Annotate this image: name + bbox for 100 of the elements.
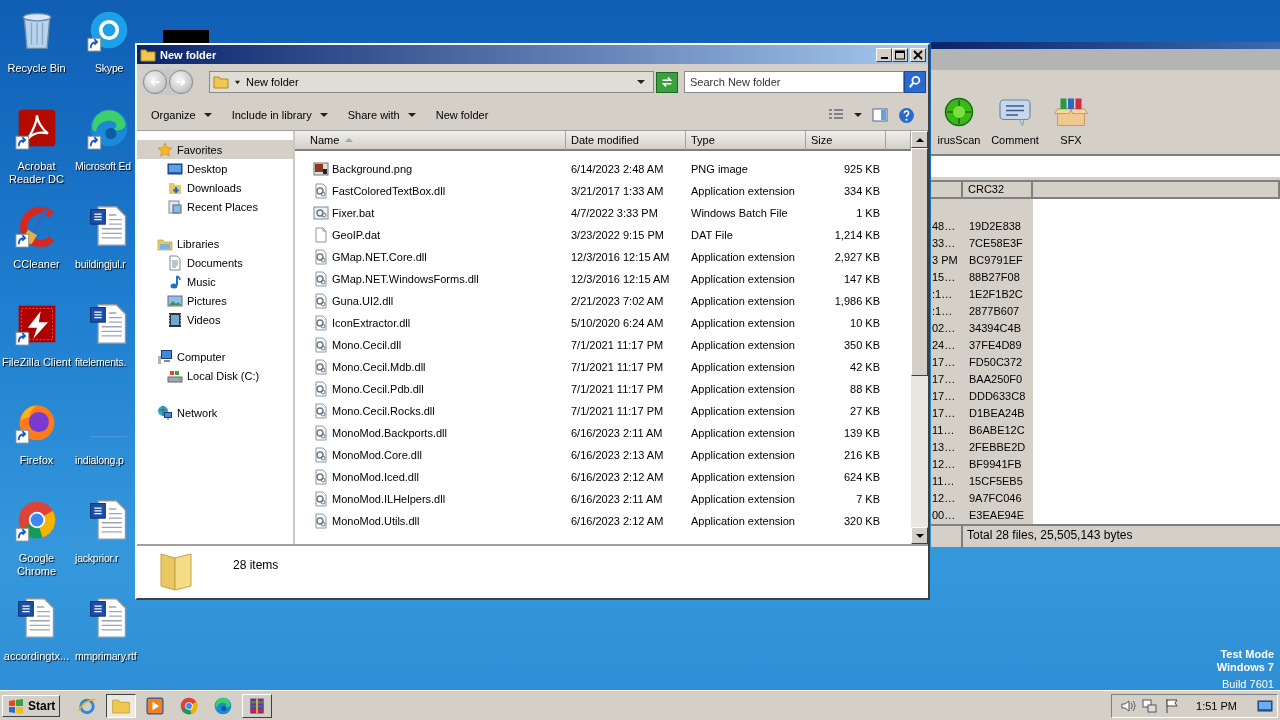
file-name[interactable]: MonoMod.ILHelpers.dll <box>295 491 566 507</box>
table-cell-text: 48… <box>931 219 957 235</box>
table-cell-text: 34394C4B <box>968 321 1022 337</box>
file-name[interactable]: GMap.NET.WindowsForms.dll <box>295 271 566 287</box>
file-name[interactable]: Fixer.bat <box>295 205 566 221</box>
refresh-button[interactable] <box>656 71 678 93</box>
nav-item[interactable]: Pictures <box>137 291 293 310</box>
nav-item[interactable]: Documents <box>137 253 293 272</box>
file-name[interactable]: Guna.UI2.dll <box>295 293 566 309</box>
nav-item[interactable]: Recent Places <box>137 197 293 216</box>
minimize-button[interactable] <box>876 47 892 62</box>
close-button[interactable] <box>910 47 926 62</box>
toolbar-button[interactable]: irusScan <box>931 93 987 146</box>
search-button[interactable] <box>904 71 926 93</box>
nav-item[interactable]: Computer <box>137 347 293 366</box>
column-header[interactable]: Name <box>295 131 566 151</box>
file-name[interactable]: MonoMod.Backports.dll <box>295 425 566 441</box>
folder-icon <box>213 74 229 90</box>
icon-label[interactable]: Microsoft Ed <box>75 160 131 173</box>
nav-item[interactable]: Desktop <box>137 159 293 178</box>
taskbar-button[interactable] <box>106 693 137 718</box>
icon-label[interactable]: FileZilla Client <box>1 356 72 369</box>
table-cell-text: 11… <box>931 423 956 439</box>
nav-item[interactable]: Favorites <box>137 140 293 159</box>
table-cell-text: 350 KB <box>842 339 881 351</box>
status-text: Total 28 files, 25,505,143 bytes <box>966 527 1133 545</box>
table-cell-text: Application extension <box>690 317 796 329</box>
file-name[interactable]: MonoMod.Core.dll <box>295 447 566 463</box>
icon-label[interactable]: fitelements. <box>75 356 127 369</box>
table-cell-text: 02… <box>931 321 957 337</box>
toolbar-button[interactable]: Include in library <box>223 106 336 124</box>
back-button[interactable] <box>143 70 167 94</box>
play-icon <box>145 695 166 716</box>
table-cell-text: B6ABE12C <box>968 423 1026 439</box>
start-button[interactable]: Start <box>2 694 61 717</box>
scroll-down-icon[interactable] <box>915 532 924 539</box>
address-field[interactable] <box>931 153 1280 178</box>
nav-item[interactable]: Network <box>137 403 293 422</box>
table-cell-text: 925 KB <box>842 163 881 175</box>
file-name[interactable]: IconExtractor.dll <box>295 315 566 331</box>
column-header[interactable]: Size <box>806 131 886 151</box>
sort-arrow-icon <box>345 137 354 143</box>
flag-icon[interactable] <box>1164 697 1181 714</box>
nav-item[interactable]: Local Disk (C:) <box>137 366 293 385</box>
search-field[interactable]: Search New folder <box>684 71 904 93</box>
show-desktop-icon[interactable] <box>1257 697 1273 714</box>
recent-icon <box>167 198 183 215</box>
nav-item[interactable]: Libraries <box>137 234 293 253</box>
caret-icon <box>203 111 212 119</box>
nav-item[interactable]: Videos <box>137 310 293 329</box>
icon-label[interactable]: Skype <box>95 62 124 75</box>
gear-file-icon <box>313 469 329 485</box>
table-cell-text: 3 PM <box>931 253 959 269</box>
file-name[interactable]: Background.png <box>295 161 566 177</box>
table-cell-text: 88B27F08 <box>968 270 1021 286</box>
column-header[interactable]: Type <box>686 131 806 151</box>
maximize-button[interactable] <box>892 47 908 62</box>
address-bar[interactable]: New folder <box>209 71 654 93</box>
scroll-up-icon[interactable] <box>915 136 924 143</box>
table-cell-text: 6/14/2023 2:48 AM <box>570 163 665 175</box>
nav-item[interactable]: Music <box>137 272 293 291</box>
icon-label[interactable]: CCleaner <box>13 258 60 271</box>
mode-notice: Test Mode <box>1220 648 1274 661</box>
icon-label[interactable]: buildingjul.r <box>75 258 126 271</box>
toolbar-button[interactable]: Share with <box>339 106 424 124</box>
table-cell-text: 4/7/2022 3:33 PM <box>570 207 659 219</box>
caret-icon <box>319 111 328 119</box>
table-cell-text: 00… <box>931 508 957 524</box>
file-name[interactable]: Mono.Cecil.Pdb.dll <box>295 381 566 397</box>
table-cell-text: Application extension <box>690 427 796 439</box>
file-name[interactable]: Mono.Cecil.Rocks.dll <box>295 403 566 419</box>
scrollbar[interactable] <box>911 131 928 544</box>
file-name[interactable]: Mono.Cecil.dll <box>295 337 566 353</box>
toolbar-button[interactable]: Organize <box>143 106 220 124</box>
forward-button[interactable] <box>169 70 193 94</box>
table-cell-text: 7/1/2021 11:17 PM <box>570 405 665 417</box>
file-name[interactable]: FastColoredTextBox.dll <box>295 183 566 199</box>
file-name[interactable]: Mono.Cecil.Mdb.dll <box>295 359 566 375</box>
file-name[interactable]: MonoMod.Iced.dll <box>295 469 566 485</box>
clock[interactable]: 1:51 PM <box>1196 699 1237 712</box>
dropdown-icon[interactable] <box>637 78 645 86</box>
icon-label[interactable]: Recycle Bin <box>7 62 66 75</box>
nav-item[interactable]: Downloads <box>137 178 293 197</box>
toolbar-button[interactable]: New folder <box>427 106 497 124</box>
toolbar-button[interactable]: SFX <box>1043 93 1099 146</box>
speaker-icon[interactable] <box>1120 697 1137 714</box>
table-cell-text: 17… <box>931 355 957 371</box>
search-icon <box>908 75 922 89</box>
icon-label[interactable]: Acrobat Reader DC <box>0 160 73 186</box>
network-icon[interactable] <box>1142 697 1159 714</box>
gear-file-icon <box>313 271 329 287</box>
file-name[interactable]: GeoIP.dat <box>295 227 566 243</box>
gear-file-icon <box>313 359 329 375</box>
toolbar-button[interactable]: Comment <box>987 93 1043 146</box>
gear-file-icon <box>313 403 329 419</box>
file-name[interactable]: MonoMod.Utils.dll <box>295 513 566 529</box>
column-header[interactable]: Date modified <box>566 131 686 151</box>
back-arrow-icon <box>148 75 162 89</box>
table-cell-text: Application extension <box>690 471 796 483</box>
file-name[interactable]: GMap.NET.Core.dll <box>295 249 566 265</box>
